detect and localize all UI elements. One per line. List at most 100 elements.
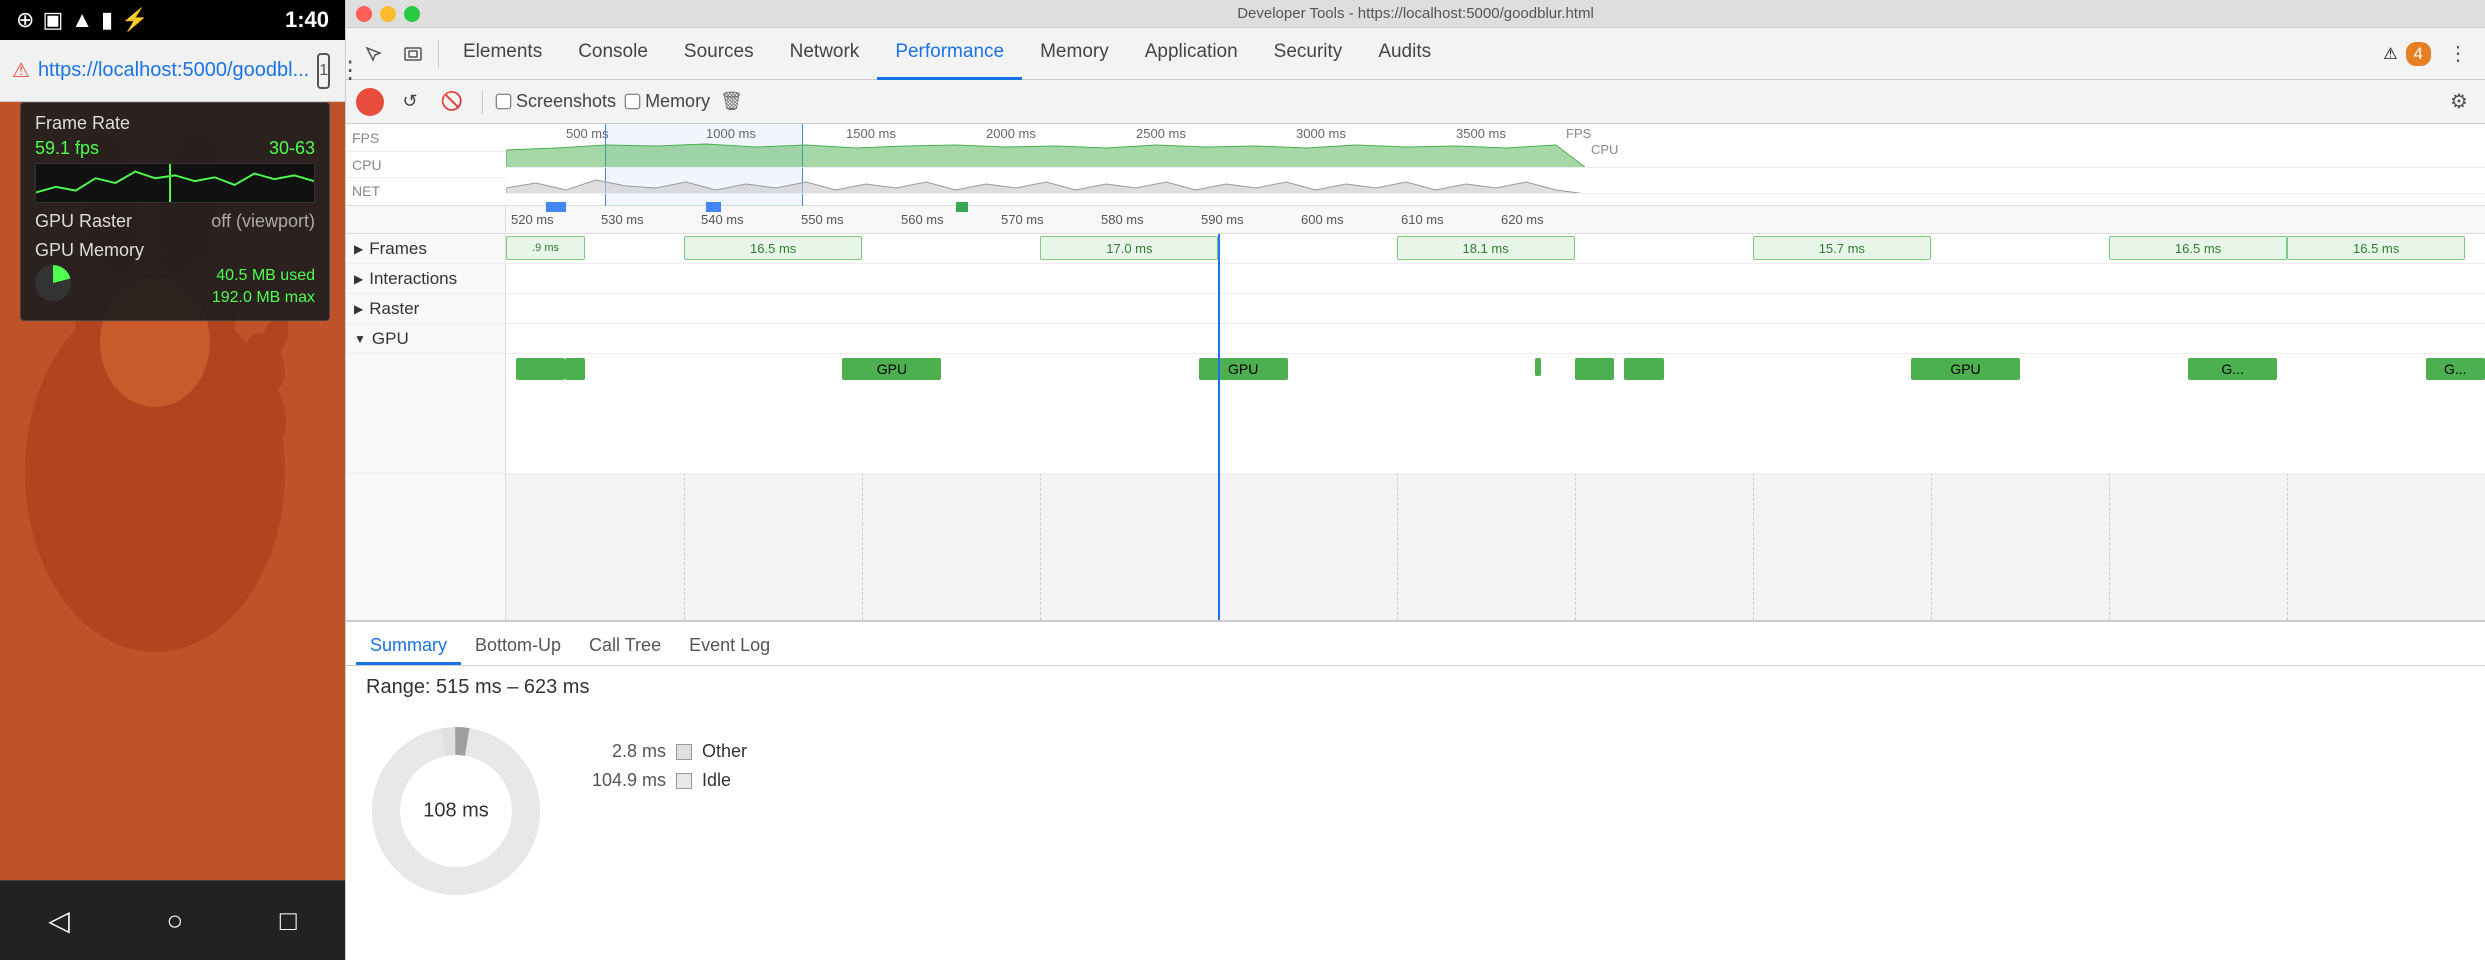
gpu-block-1[interactable] (516, 358, 565, 380)
svg-text:2000 ms: 2000 ms (986, 126, 1036, 141)
memory-toggle[interactable]: Memory (626, 91, 710, 112)
gpu-label-row[interactable]: ▼ GPU (346, 324, 505, 354)
settings-button[interactable]: ⚙ (2443, 86, 2475, 118)
tab-network[interactable]: Network (772, 28, 878, 80)
legend-idle: 104.9 ms Idle (576, 770, 747, 791)
frame-block-1[interactable]: .9 ms (506, 236, 585, 260)
tab-bottom-up[interactable]: Bottom-Up (461, 629, 575, 665)
net-label: NET (346, 178, 506, 204)
gpu-block-6[interactable]: G... (2188, 358, 2277, 380)
frames-label-row[interactable]: ▶ Frames (346, 234, 505, 264)
back-button[interactable]: ◁ (48, 904, 70, 937)
overview-charts: 500 ms 1000 ms 1500 ms 2000 ms 2500 ms 3… (506, 124, 2485, 205)
svg-text:3000 ms: 3000 ms (1296, 126, 1346, 141)
tab-performance[interactable]: Performance (877, 28, 1022, 80)
responsive-design-button[interactable] (394, 35, 432, 73)
bottom-panel: Summary Bottom-Up Call Tree Event Log Ra… (346, 620, 2485, 960)
svg-text:580 ms: 580 ms (1101, 212, 1144, 227)
other-label: Other (702, 741, 747, 762)
maximize-window-button[interactable] (404, 6, 420, 22)
svg-text:520 ms: 520 ms (511, 212, 554, 227)
minimize-window-button[interactable] (380, 6, 396, 22)
gpu-block-3[interactable]: GPU (1199, 358, 1288, 380)
svg-text:600 ms: 600 ms (1301, 212, 1344, 227)
svg-text:540 ms: 540 ms (701, 212, 744, 227)
gpu-mem-used: 40.5 MB used (212, 265, 315, 287)
idle-color-swatch (676, 773, 692, 789)
phone-url[interactable]: https://localhost:5000/goodbl... (38, 59, 309, 82)
gpu-block-4c[interactable] (1624, 358, 1664, 380)
frame-block-5[interactable]: 15.7 ms (1753, 236, 1931, 260)
tab-sources[interactable]: Sources (666, 28, 772, 80)
tab-memory[interactable]: Memory (1022, 28, 1127, 80)
gpu-block-1b[interactable] (565, 358, 585, 380)
delete-recording-button[interactable]: 🗑 (720, 91, 743, 112)
gpu-memory-row: 40.5 MB used 192.0 MB max (35, 265, 315, 310)
range-label: Range: 515 ms – 623 ms (366, 676, 589, 698)
tab-summary[interactable]: Summary (356, 629, 461, 665)
cpu-svg (506, 168, 2485, 194)
tab-application[interactable]: Application (1127, 28, 1256, 80)
gpu-block-5[interactable]: GPU (1911, 358, 2020, 380)
frames-track: .9 ms 16.5 ms 17.0 ms 18.1 ms 15.7 ms (506, 234, 2485, 264)
gpu-raster-value: off (viewport) (211, 211, 315, 232)
close-window-button[interactable] (356, 6, 372, 22)
frame-block-2[interactable]: 16.5 ms (684, 236, 862, 260)
gpu-block-7[interactable]: G... (2426, 358, 2485, 380)
tab-console[interactable]: Console (560, 28, 666, 80)
screenshots-checkbox[interactable] (496, 94, 512, 110)
frame-block-3[interactable]: 17.0 ms (1040, 236, 1218, 260)
frame-rate-label: Frame Rate (35, 113, 130, 134)
gpu-raster-label: GPU Raster (35, 211, 132, 232)
donut-center-value: 108 ms (423, 800, 489, 823)
idle-label: Idle (702, 770, 731, 791)
fps-range: 30-63 (269, 138, 315, 159)
fps-svg (506, 140, 2485, 168)
tab-event-log[interactable]: Event Log (675, 629, 784, 665)
home-button[interactable]: ○ (166, 905, 183, 937)
record-button[interactable] (356, 88, 384, 116)
svg-text:570 ms: 570 ms (1001, 212, 1044, 227)
raster-label-row[interactable]: ▶ Raster (346, 294, 505, 324)
frame-block-4[interactable]: 18.1 ms (1397, 236, 1575, 260)
svg-text:FPS: FPS (1566, 126, 1592, 141)
gpu-block-4b[interactable] (1575, 358, 1615, 380)
summary-content: 108 ms 2.8 ms Other 104.9 ms Idle (346, 705, 2485, 960)
phone-status-bar: ⊕ ▣ ▲ ▮ ⚡ 1:40 (0, 0, 345, 40)
tab-audits[interactable]: Audits (1360, 28, 1449, 80)
svg-text:3500 ms: 3500 ms (1456, 126, 1506, 141)
more-tools-button[interactable]: ⋮ (2439, 35, 2477, 73)
battery-icon: ▮ (101, 7, 113, 33)
tab-security[interactable]: Security (1256, 28, 1361, 80)
more-options-icon[interactable]: ⋮ (338, 56, 362, 85)
memory-checkbox[interactable] (625, 94, 641, 110)
tab-call-tree[interactable]: Call Tree (575, 629, 675, 665)
interactions-label-row[interactable]: ▶ Interactions (346, 264, 505, 294)
interactions-expand-icon: ▶ (354, 272, 363, 286)
ruler-marks-area: 520 ms 530 ms 540 ms 550 ms 560 ms 570 m… (506, 206, 2485, 233)
status-icons: ⊕ ▣ ▲ ▮ ⚡ (16, 7, 149, 33)
phone-bottom-bar: ◁ ○ □ (0, 880, 345, 960)
screenshots-toggle[interactable]: Screenshots (497, 91, 616, 112)
timeline-ruler-row: 520 ms 530 ms 540 ms 550 ms 560 ms 570 m… (346, 206, 2485, 234)
gpu-track-label (346, 354, 505, 474)
frame-block-6[interactable]: 16.5 ms (2109, 236, 2287, 260)
window-controls (356, 6, 420, 22)
svg-text:610 ms: 610 ms (1401, 212, 1444, 227)
gpu-block-2[interactable]: GPU (842, 358, 941, 380)
perf-separator (482, 90, 483, 114)
overview-labels: FPS CPU NET (346, 124, 506, 205)
svg-text:2500 ms: 2500 ms (1136, 126, 1186, 141)
frame-block-7[interactable]: 16.5 ms (2287, 236, 2465, 260)
gpu-block-4a[interactable] (1535, 358, 1541, 376)
devtools-panel: Developer Tools - https://localhost:5000… (345, 0, 2485, 960)
clear-button[interactable]: 🚫 (436, 86, 468, 118)
gpu-blocks-track: GPU GPU GPU (506, 354, 2485, 474)
tab-elements[interactable]: Elements (445, 28, 560, 80)
svg-text:590 ms: 590 ms (1201, 212, 1244, 227)
timeline-main: 520 ms 530 ms 540 ms 550 ms 560 ms 570 m… (346, 206, 2485, 620)
reload-record-button[interactable]: ↺ (394, 86, 426, 118)
tab-count-button[interactable]: 1 (317, 53, 330, 89)
recent-button[interactable]: □ (280, 905, 297, 937)
donut-chart: 108 ms (366, 721, 546, 901)
